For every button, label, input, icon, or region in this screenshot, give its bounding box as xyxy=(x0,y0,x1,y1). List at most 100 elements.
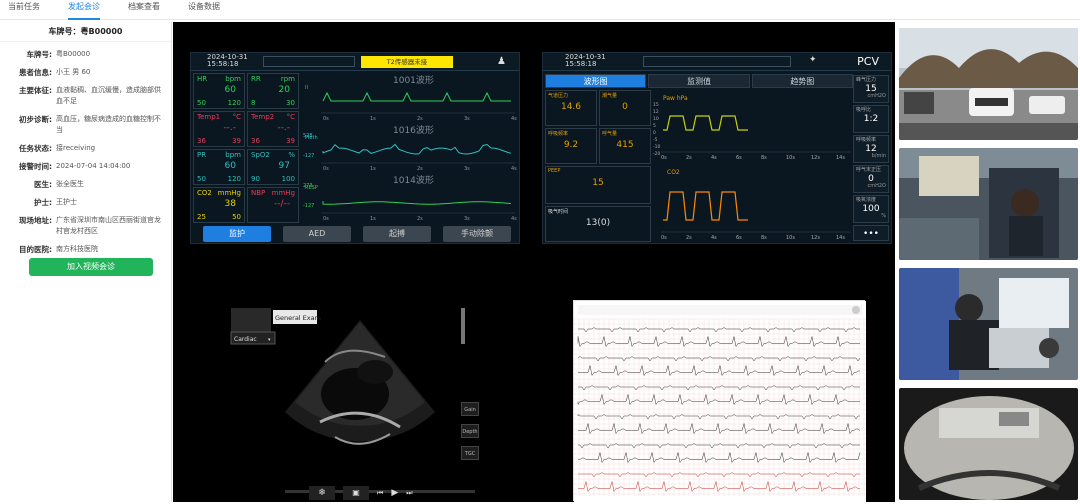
vital-n: SpO2 xyxy=(251,151,270,159)
vital-n: Temp1 xyxy=(197,113,221,121)
x-tick: 2s xyxy=(417,116,423,122)
wave-scale-hi: 528 xyxy=(303,133,313,139)
vent-x-tick: 0s xyxy=(661,235,667,240)
pin-icon[interactable]: ✦ xyxy=(809,55,817,65)
co2-label: CO2 xyxy=(667,169,680,176)
join-video-consult-button[interactable]: 加入视频会诊 xyxy=(29,258,153,276)
vent-x-tick: 6s xyxy=(736,235,742,240)
camera-feed-rear[interactable] xyxy=(899,388,1078,500)
wave-title: 1014波形 xyxy=(393,174,434,186)
co2-wave xyxy=(663,191,748,221)
wave-line xyxy=(322,201,512,205)
vital-hi: 30 xyxy=(286,99,295,107)
echo-side-button[interactable]: Gain xyxy=(461,402,479,416)
vital-lo: 50 xyxy=(197,99,206,107)
vital-hi: 39 xyxy=(286,137,295,145)
paw-y-tick: 0 xyxy=(653,130,656,136)
info-label: 护士: xyxy=(34,198,52,207)
param-label: PEEP xyxy=(548,168,561,174)
play-icon[interactable]: ▶ xyxy=(391,488,398,498)
vent-side-box: 呼吸频率 12 b/min xyxy=(853,135,889,163)
info-list: 车牌号: 粤B00000 患者信息: 小王 男 60 主要体征: 血液黏稠、血沉缓慢，造成… xyxy=(0,49,171,255)
echo-side-button[interactable]: TGC xyxy=(461,446,479,460)
info-row: 接警时间: 2024-07-04 14:04:00 xyxy=(0,161,171,172)
vent-x-tick: 12s xyxy=(811,155,820,161)
x-tick: 2s xyxy=(417,216,423,222)
vent-x-tick: 10s xyxy=(786,155,795,161)
vent-x-tick: 12s xyxy=(811,235,820,240)
tab-archive[interactable]: 档案查看 xyxy=(128,0,160,20)
camera-feed-cabin[interactable] xyxy=(899,268,1078,380)
wave-label: II xyxy=(305,85,308,91)
vent-tab-bar: 波形图 监测值 趋势图 xyxy=(545,74,855,88)
monitor-button-2[interactable]: 起搏 xyxy=(363,226,431,242)
monitor-button-0[interactable]: 监护 xyxy=(203,226,271,242)
device-data-area: 2024-10-31 15:58:18 T2传感器未接 ♟ HR bpm 60 50 12… xyxy=(173,22,895,502)
vital-hi: 39 xyxy=(232,137,241,145)
vent-tab-2[interactable]: 趋势图 xyxy=(751,74,853,88)
monitor-button-1[interactable]: AED xyxy=(283,226,351,242)
info-value: 血液黏稠、血沉缓慢，造成脑部供血不足 xyxy=(56,86,161,105)
vital-big: 60 xyxy=(224,85,236,95)
ventilator-panel: 2024-10-31 15:58:18 ✦ PCV 波形图 监测值 趋势图 气道压力 1… xyxy=(542,52,892,244)
paw-label: Paw hPa xyxy=(663,95,688,102)
wave-scale-lo: -127 xyxy=(303,153,314,159)
info-value: 小王 男 60 xyxy=(56,68,91,76)
more-button[interactable]: ••• xyxy=(853,225,889,241)
freeze-button[interactable]: ❄ xyxy=(309,486,335,500)
camera-icon[interactable]: ▣ xyxy=(343,486,369,500)
alarm-banner: T2传感器未接 xyxy=(361,56,453,68)
vital-lo: 36 xyxy=(251,137,260,145)
top-tab-bar: 当前任务 发起会诊 档案查看 设备数据 xyxy=(0,0,1080,20)
param-label: 呼气量 xyxy=(602,131,618,137)
tab-device-data[interactable]: 设备数据 xyxy=(188,0,220,20)
person-icon: ♟ xyxy=(497,56,506,67)
side-label: 呼气末正压 xyxy=(856,167,882,173)
echo-side-button[interactable]: Depth xyxy=(461,424,479,438)
vent-tab-0[interactable]: 波形图 xyxy=(545,74,647,88)
x-tick: 1s xyxy=(370,116,376,122)
info-value: 南方科技医院 xyxy=(56,245,98,253)
mode-label: Cardiac xyxy=(234,336,257,343)
vital-n: NBP xyxy=(251,189,266,197)
vent-x-tick: 4s xyxy=(711,155,717,161)
vital-n: CO2 xyxy=(197,189,212,197)
info-value: 王护士 xyxy=(56,198,77,206)
paw-y-tick: 10 xyxy=(653,116,659,122)
camera-feed-street[interactable] xyxy=(899,28,1078,140)
param-label: 潮气量 xyxy=(602,93,618,99)
vent-param: 潮气量 0 xyxy=(599,90,651,126)
info-value: 接receiving xyxy=(56,144,96,152)
vent-x-tick: 4s xyxy=(711,235,717,240)
vent-x-tick: 8s xyxy=(761,155,767,161)
vital-nbp: NBP mmHg --/-- xyxy=(247,187,299,223)
vital-u: bpm xyxy=(225,75,241,83)
x-tick: 3s xyxy=(464,116,470,122)
vital-big: 20 xyxy=(278,85,290,95)
vital-lo: 36 xyxy=(197,137,206,145)
vent-x-tick: 2s xyxy=(686,155,692,161)
vent-x-tick: 8s xyxy=(761,235,767,240)
paw-wave xyxy=(663,115,748,131)
x-tick: 4s xyxy=(511,216,517,222)
x-tick: 3s xyxy=(464,166,470,172)
x-tick: 0s xyxy=(323,116,329,122)
x-tick: 0s xyxy=(323,166,329,172)
vent-tab-1[interactable]: 监测值 xyxy=(648,74,750,88)
tab-current-task[interactable]: 当前任务 xyxy=(8,0,40,20)
vent-waveform-area: Paw hPaCO215121050-5-10-200s 2s 4s 6s 8s 10s 1… xyxy=(653,95,851,240)
info-label: 患者信息: xyxy=(19,68,52,77)
prev-icon[interactable]: ⏮ xyxy=(377,489,383,498)
vent-x-tick: 10s xyxy=(786,235,795,240)
tab-start-consult[interactable]: 发起会诊 xyxy=(68,0,100,20)
vital-hi: 100 xyxy=(281,175,295,183)
vital-big: --.- xyxy=(277,123,290,133)
info-label: 主要体征: xyxy=(19,86,52,95)
camera-feed-driver[interactable] xyxy=(899,148,1078,260)
vent-x-tick: 14s xyxy=(836,155,845,161)
monitor-button-3[interactable]: 手动除颤 xyxy=(443,226,511,242)
next-icon[interactable]: ⏭ xyxy=(406,489,412,498)
vital-big: --/-- xyxy=(273,199,290,209)
side-unit: b/min xyxy=(871,153,886,159)
paw-y-tick: 5 xyxy=(653,123,656,129)
